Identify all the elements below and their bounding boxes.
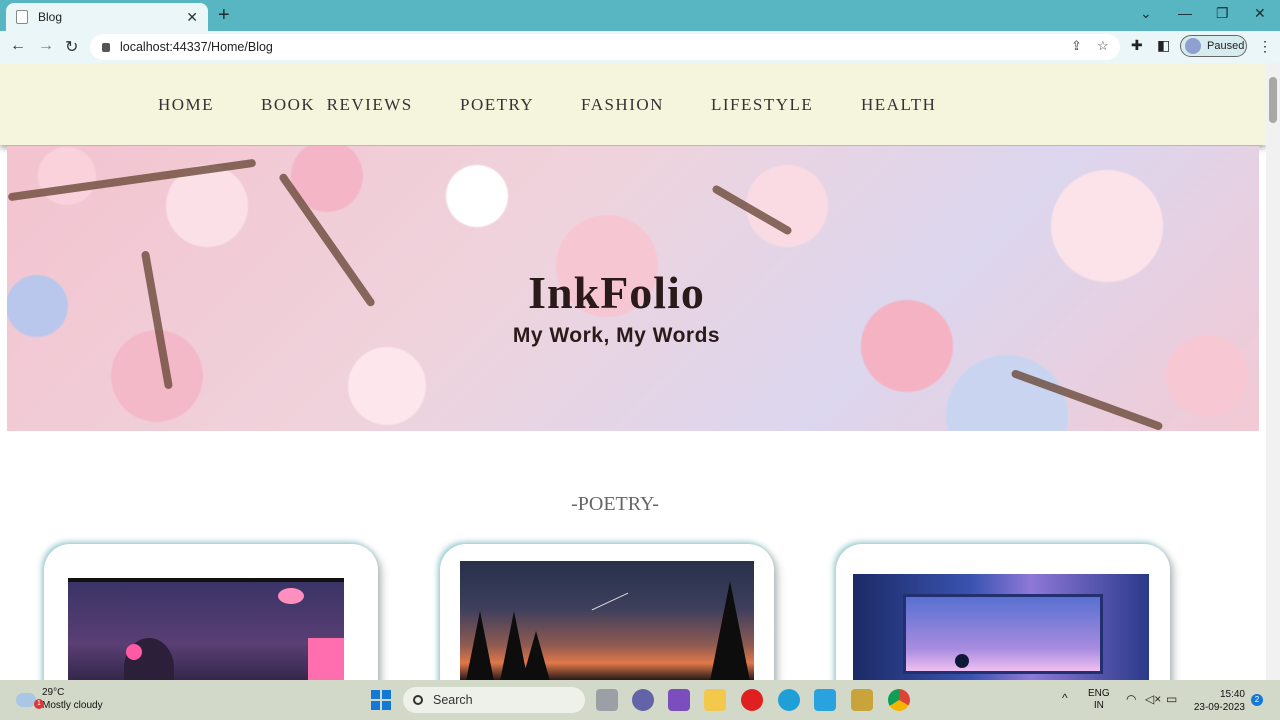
tray-overflow-icon[interactable]: ^ xyxy=(1062,691,1068,705)
chrome-icon[interactable] xyxy=(888,689,910,711)
weather-temp: 29°C xyxy=(42,687,65,698)
browser-titlebar: Blog ✕ + ⌄ — ❐ ✕ ← → ↻ localhost:44337/H… xyxy=(0,0,1280,63)
taskbar-search[interactable]: Search xyxy=(403,687,585,713)
card-image-window-view[interactable] xyxy=(853,574,1149,680)
language-indicator[interactable]: ENG IN xyxy=(1088,688,1110,712)
tab-title: Blog xyxy=(38,10,63,24)
profile-status: Paused xyxy=(1207,40,1245,52)
notification-badge[interactable]: 2 xyxy=(1251,694,1263,706)
blossom-branch xyxy=(7,158,257,202)
web-page: HOME BOOK REVIEWS POETRY FASHION LIFESTY… xyxy=(0,63,1266,680)
poetry-card[interactable] xyxy=(44,544,378,680)
site-subtitle: My Work, My Words xyxy=(512,324,721,347)
reload-icon[interactable]: ↻ xyxy=(65,37,78,57)
taskbar-search-label: Search xyxy=(433,693,473,707)
scrollbar-thumb[interactable] xyxy=(1269,77,1277,123)
bookmark-star-icon[interactable]: ☆ xyxy=(1097,38,1109,54)
window-frame xyxy=(903,594,1103,674)
language-region: IN xyxy=(1093,700,1104,711)
lamp-shape xyxy=(278,588,304,604)
close-window-button[interactable]: ✕ xyxy=(1254,5,1266,22)
tree-silhouette xyxy=(522,631,550,680)
share-icon[interactable]: ⇪ xyxy=(1071,38,1082,54)
nav-book-reviews[interactable]: BOOK REVIEWS xyxy=(261,95,413,115)
page-favicon-icon xyxy=(16,10,28,24)
notepad-icon[interactable] xyxy=(814,689,836,711)
teams-icon[interactable] xyxy=(632,689,654,711)
section-title: -POETRY- xyxy=(571,493,659,515)
opera-icon[interactable] xyxy=(741,689,763,711)
screen-glow xyxy=(308,638,344,680)
windows-start-icon[interactable] xyxy=(371,690,391,710)
taskbar: 1 29°C Mostly cloudy Search ^ ENG IN ◠ ◁… xyxy=(0,680,1280,720)
clock[interactable]: 15:40 23-09-2023 xyxy=(1190,688,1245,714)
weather-widget[interactable]: 1 29°C Mostly cloudy xyxy=(16,687,103,712)
extensions-icon[interactable]: ✚ xyxy=(1131,37,1143,54)
weather-condition: Mostly cloudy xyxy=(42,700,103,711)
person-silhouette xyxy=(955,654,969,668)
browser-toolbar: ← → ↻ localhost:44337/Home/Blog ⇪ ☆ ✚ ◧ … xyxy=(0,31,1280,63)
page-scrollbar[interactable] xyxy=(1266,63,1280,680)
tab-close-icon[interactable]: ✕ xyxy=(186,9,198,26)
tree-silhouette xyxy=(710,581,750,680)
edge-icon[interactable] xyxy=(778,689,800,711)
nav-health[interactable]: HEALTH xyxy=(861,95,936,115)
browser-tab[interactable]: Blog ✕ xyxy=(6,3,208,31)
sticky-app-icon[interactable] xyxy=(851,689,873,711)
shooting-star xyxy=(591,592,629,611)
nav-poetry[interactable]: POETRY xyxy=(460,95,534,115)
visual-studio-icon[interactable] xyxy=(668,689,690,711)
tab-search-icon[interactable]: ⌄ xyxy=(1140,5,1152,22)
tree-silhouette xyxy=(466,611,494,680)
weather-badge: 1 xyxy=(34,698,44,709)
card-image-lofi-girl[interactable] xyxy=(68,578,344,680)
poetry-card[interactable] xyxy=(836,544,1170,680)
blossom-branch xyxy=(711,184,793,236)
maximize-button[interactable]: ❐ xyxy=(1216,5,1229,22)
forward-icon[interactable]: → xyxy=(38,37,54,55)
side-panel-icon[interactable]: ◧ xyxy=(1157,37,1170,54)
browser-menu-icon[interactable]: ⋮ xyxy=(1258,38,1272,55)
file-explorer-icon[interactable] xyxy=(704,689,726,711)
minimize-button[interactable]: — xyxy=(1178,5,1192,21)
back-icon[interactable]: ← xyxy=(10,37,26,55)
cloud-icon: 1 xyxy=(16,692,44,709)
nav-fashion[interactable]: FASHION xyxy=(581,95,664,115)
nav-lifestyle[interactable]: LIFESTYLE xyxy=(711,95,813,115)
nav-home[interactable]: HOME xyxy=(158,95,214,115)
wifi-icon[interactable]: ◠ xyxy=(1126,692,1136,706)
url-text[interactable]: localhost:44337/Home/Blog xyxy=(120,40,273,54)
headphones-shape xyxy=(126,644,142,660)
clock-date: 23-09-2023 xyxy=(1193,702,1245,713)
hero-banner: InkFolio My Work, My Words xyxy=(7,146,1259,431)
profile-button[interactable]: Paused xyxy=(1180,35,1247,57)
search-icon xyxy=(413,695,423,705)
card-image-night-sky[interactable] xyxy=(460,561,754,680)
site-title: InkFolio xyxy=(528,267,705,318)
avatar xyxy=(1185,38,1201,54)
site-navbar: HOME BOOK REVIEWS POETRY FASHION LIFESTY… xyxy=(0,63,1266,145)
battery-icon[interactable]: ▭ xyxy=(1166,692,1177,706)
clock-time: 15:40 xyxy=(1219,689,1245,700)
task-view-icon[interactable] xyxy=(596,689,618,711)
blossom-branch xyxy=(1010,368,1164,431)
lock-icon[interactable] xyxy=(102,42,110,52)
new-tab-button[interactable]: + xyxy=(218,4,230,27)
poetry-card[interactable] xyxy=(440,544,774,680)
language-code: ENG xyxy=(1088,688,1110,699)
volume-muted-icon[interactable]: ◁× xyxy=(1145,692,1161,706)
address-bar[interactable]: localhost:44337/Home/Blog xyxy=(90,34,1120,60)
